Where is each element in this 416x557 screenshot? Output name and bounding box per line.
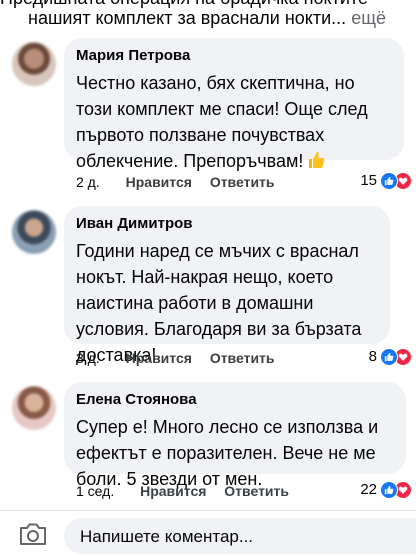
like-icon xyxy=(380,348,398,366)
reaction-summary[interactable]: 22 xyxy=(360,480,412,500)
comment-input[interactable]: Напишете коментар... xyxy=(64,518,416,554)
like-button[interactable]: Нравится xyxy=(126,174,192,190)
reaction-count: 8 xyxy=(368,348,377,365)
thumbs-up-icon xyxy=(307,150,325,170)
like-icon xyxy=(380,481,398,499)
comment-bubble: Мария Петрова Честно казано, бях скептич… xyxy=(64,38,404,171)
comment-composer: Напишете коментар... xyxy=(0,510,416,557)
like-icon xyxy=(380,172,398,190)
reaction-count: 15 xyxy=(360,172,377,189)
comment-text: Супер е! Много лесно се използва и ефект… xyxy=(76,417,379,489)
post-excerpt-line2: нашият комплект за враснали нокти... xyxy=(28,8,347,28)
comment-actions: 2 д. Нравится Ответить xyxy=(76,173,275,191)
comment-timestamp[interactable]: 1 сед. xyxy=(76,483,114,499)
avatar[interactable] xyxy=(12,210,56,254)
like-button[interactable]: Нравится xyxy=(126,350,192,366)
comment-input-placeholder: Напишете коментар... xyxy=(80,527,254,546)
post-excerpt: Предишната операция на брадичка ноктите … xyxy=(0,0,416,34)
comment-actions: 3 д. Нравится Ответить xyxy=(76,349,275,367)
comment-timestamp[interactable]: 2 д. xyxy=(76,174,100,190)
comment-actions: 1 сед. Нравится Ответить xyxy=(76,482,289,500)
like-button[interactable]: Нравится xyxy=(140,483,206,499)
avatar[interactable] xyxy=(12,386,56,430)
reaction-summary[interactable]: 15 xyxy=(360,171,412,191)
comment-author[interactable]: Мария Петрова xyxy=(76,46,392,66)
camera-icon[interactable] xyxy=(18,521,48,547)
comment-author[interactable]: Иван Димитров xyxy=(76,214,378,234)
reaction-count: 22 xyxy=(360,481,377,498)
reply-button[interactable]: Ответить xyxy=(210,174,275,190)
avatar[interactable] xyxy=(12,42,56,86)
reply-button[interactable]: Ответить xyxy=(224,483,289,499)
comment-timestamp[interactable]: 3 д. xyxy=(76,350,100,366)
comment-bubble: Елена Стоянова Супер е! Много лесно се и… xyxy=(64,382,406,489)
see-more-link[interactable]: ещё xyxy=(351,8,386,28)
comment-bubble: Иван Димитров Години наред се мъчих с вр… xyxy=(64,206,390,365)
reply-button[interactable]: Ответить xyxy=(210,350,275,366)
comment-author[interactable]: Елена Стоянова xyxy=(76,390,394,410)
reaction-summary[interactable]: 8 xyxy=(369,347,412,367)
